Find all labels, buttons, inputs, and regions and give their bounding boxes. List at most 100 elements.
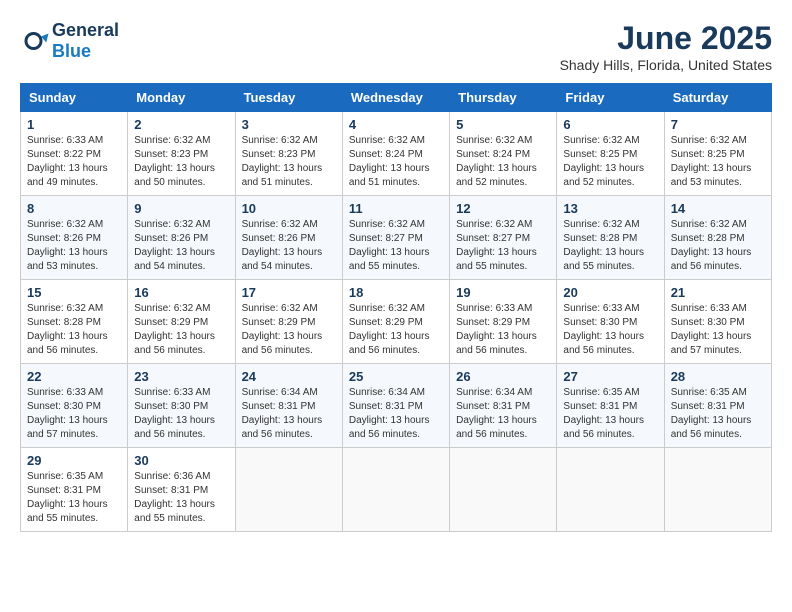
calendar-cell: 22 Sunrise: 6:33 AM Sunset: 8:30 PM Dayl…	[21, 364, 128, 448]
cell-sunrise: Sunrise: 6:32 AM	[349, 135, 425, 146]
calendar-cell: 9 Sunrise: 6:32 AM Sunset: 8:26 PM Dayli…	[128, 196, 235, 280]
cell-daylight: Daylight: 13 hours and 54 minutes.	[134, 247, 215, 272]
cell-sunrise: Sunrise: 6:32 AM	[671, 219, 747, 230]
title-block: June 2025 Shady Hills, Florida, United S…	[560, 20, 772, 73]
calendar-cell: 3 Sunrise: 6:32 AM Sunset: 8:23 PM Dayli…	[235, 112, 342, 196]
cell-daylight: Daylight: 13 hours and 55 minutes.	[349, 247, 430, 272]
calendar-cell	[450, 448, 557, 532]
calendar-table: SundayMondayTuesdayWednesdayThursdayFrid…	[20, 83, 772, 532]
cell-sunset: Sunset: 8:26 PM	[242, 233, 316, 244]
day-number: 16	[134, 285, 228, 300]
cell-sunrise: Sunrise: 6:33 AM	[563, 303, 639, 314]
day-number: 14	[671, 201, 765, 216]
cell-sunset: Sunset: 8:31 PM	[671, 401, 745, 412]
day-number: 4	[349, 117, 443, 132]
calendar-week-row: 15 Sunrise: 6:32 AM Sunset: 8:28 PM Dayl…	[21, 280, 772, 364]
day-number: 21	[671, 285, 765, 300]
day-header-wednesday: Wednesday	[342, 84, 449, 112]
calendar-cell: 18 Sunrise: 6:32 AM Sunset: 8:29 PM Dayl…	[342, 280, 449, 364]
day-number: 1	[27, 117, 121, 132]
calendar-week-row: 8 Sunrise: 6:32 AM Sunset: 8:26 PM Dayli…	[21, 196, 772, 280]
cell-sunrise: Sunrise: 6:32 AM	[134, 303, 210, 314]
day-number: 7	[671, 117, 765, 132]
calendar-cell: 7 Sunrise: 6:32 AM Sunset: 8:25 PM Dayli…	[664, 112, 771, 196]
calendar-cell: 19 Sunrise: 6:33 AM Sunset: 8:29 PM Dayl…	[450, 280, 557, 364]
cell-sunrise: Sunrise: 6:36 AM	[134, 471, 210, 482]
calendar-cell: 30 Sunrise: 6:36 AM Sunset: 8:31 PM Dayl…	[128, 448, 235, 532]
cell-daylight: Daylight: 13 hours and 51 minutes.	[349, 163, 430, 188]
cell-daylight: Daylight: 13 hours and 56 minutes.	[349, 331, 430, 356]
cell-sunset: Sunset: 8:27 PM	[456, 233, 530, 244]
cell-daylight: Daylight: 13 hours and 54 minutes.	[242, 247, 323, 272]
calendar-cell: 4 Sunrise: 6:32 AM Sunset: 8:24 PM Dayli…	[342, 112, 449, 196]
cell-sunrise: Sunrise: 6:32 AM	[563, 219, 639, 230]
day-number: 3	[242, 117, 336, 132]
cell-daylight: Daylight: 13 hours and 56 minutes.	[134, 331, 215, 356]
day-number: 11	[349, 201, 443, 216]
calendar-header-row: SundayMondayTuesdayWednesdayThursdayFrid…	[21, 84, 772, 112]
cell-sunrise: Sunrise: 6:35 AM	[671, 387, 747, 398]
cell-sunset: Sunset: 8:25 PM	[671, 149, 745, 160]
cell-sunrise: Sunrise: 6:33 AM	[456, 303, 532, 314]
calendar-cell: 13 Sunrise: 6:32 AM Sunset: 8:28 PM Dayl…	[557, 196, 664, 280]
cell-daylight: Daylight: 13 hours and 52 minutes.	[456, 163, 537, 188]
day-number: 2	[134, 117, 228, 132]
day-header-thursday: Thursday	[450, 84, 557, 112]
day-number: 6	[563, 117, 657, 132]
cell-sunset: Sunset: 8:24 PM	[349, 149, 423, 160]
cell-sunset: Sunset: 8:26 PM	[27, 233, 101, 244]
cell-daylight: Daylight: 13 hours and 57 minutes.	[27, 415, 108, 440]
cell-sunrise: Sunrise: 6:35 AM	[563, 387, 639, 398]
calendar-cell: 6 Sunrise: 6:32 AM Sunset: 8:25 PM Dayli…	[557, 112, 664, 196]
cell-sunrise: Sunrise: 6:34 AM	[349, 387, 425, 398]
cell-daylight: Daylight: 13 hours and 56 minutes.	[563, 331, 644, 356]
cell-daylight: Daylight: 13 hours and 56 minutes.	[456, 331, 537, 356]
day-header-saturday: Saturday	[664, 84, 771, 112]
location: Shady Hills, Florida, United States	[560, 57, 772, 73]
cell-daylight: Daylight: 13 hours and 49 minutes.	[27, 163, 108, 188]
cell-sunset: Sunset: 8:28 PM	[671, 233, 745, 244]
cell-sunset: Sunset: 8:30 PM	[134, 401, 208, 412]
day-header-sunday: Sunday	[21, 84, 128, 112]
day-number: 8	[27, 201, 121, 216]
calendar-cell: 23 Sunrise: 6:33 AM Sunset: 8:30 PM Dayl…	[128, 364, 235, 448]
calendar-cell	[664, 448, 771, 532]
day-number: 19	[456, 285, 550, 300]
cell-sunrise: Sunrise: 6:32 AM	[27, 303, 103, 314]
cell-daylight: Daylight: 13 hours and 56 minutes.	[456, 415, 537, 440]
calendar-cell: 29 Sunrise: 6:35 AM Sunset: 8:31 PM Dayl…	[21, 448, 128, 532]
calendar-cell: 28 Sunrise: 6:35 AM Sunset: 8:31 PM Dayl…	[664, 364, 771, 448]
cell-daylight: Daylight: 13 hours and 56 minutes.	[134, 415, 215, 440]
calendar-week-row: 1 Sunrise: 6:33 AM Sunset: 8:22 PM Dayli…	[21, 112, 772, 196]
calendar-cell: 14 Sunrise: 6:32 AM Sunset: 8:28 PM Dayl…	[664, 196, 771, 280]
cell-daylight: Daylight: 13 hours and 52 minutes.	[563, 163, 644, 188]
cell-sunrise: Sunrise: 6:32 AM	[349, 303, 425, 314]
calendar-cell: 26 Sunrise: 6:34 AM Sunset: 8:31 PM Dayl…	[450, 364, 557, 448]
cell-sunset: Sunset: 8:29 PM	[456, 317, 530, 328]
cell-sunset: Sunset: 8:29 PM	[134, 317, 208, 328]
logo-icon	[20, 26, 50, 56]
calendar-cell: 15 Sunrise: 6:32 AM Sunset: 8:28 PM Dayl…	[21, 280, 128, 364]
cell-sunset: Sunset: 8:30 PM	[563, 317, 637, 328]
day-number: 28	[671, 369, 765, 384]
cell-daylight: Daylight: 13 hours and 57 minutes.	[671, 331, 752, 356]
calendar-cell: 11 Sunrise: 6:32 AM Sunset: 8:27 PM Dayl…	[342, 196, 449, 280]
calendar-cell: 24 Sunrise: 6:34 AM Sunset: 8:31 PM Dayl…	[235, 364, 342, 448]
cell-sunset: Sunset: 8:31 PM	[456, 401, 530, 412]
cell-daylight: Daylight: 13 hours and 56 minutes.	[563, 415, 644, 440]
cell-sunset: Sunset: 8:31 PM	[242, 401, 316, 412]
cell-sunrise: Sunrise: 6:33 AM	[27, 387, 103, 398]
calendar-cell: 27 Sunrise: 6:35 AM Sunset: 8:31 PM Dayl…	[557, 364, 664, 448]
cell-sunrise: Sunrise: 6:33 AM	[671, 303, 747, 314]
cell-daylight: Daylight: 13 hours and 55 minutes.	[134, 499, 215, 524]
logo: General Blue	[20, 20, 119, 62]
cell-sunset: Sunset: 8:30 PM	[27, 401, 101, 412]
cell-sunset: Sunset: 8:28 PM	[27, 317, 101, 328]
cell-sunrise: Sunrise: 6:33 AM	[134, 387, 210, 398]
calendar-week-row: 22 Sunrise: 6:33 AM Sunset: 8:30 PM Dayl…	[21, 364, 772, 448]
cell-sunrise: Sunrise: 6:32 AM	[563, 135, 639, 146]
day-number: 12	[456, 201, 550, 216]
cell-daylight: Daylight: 13 hours and 55 minutes.	[563, 247, 644, 272]
cell-daylight: Daylight: 13 hours and 55 minutes.	[27, 499, 108, 524]
cell-sunset: Sunset: 8:26 PM	[134, 233, 208, 244]
